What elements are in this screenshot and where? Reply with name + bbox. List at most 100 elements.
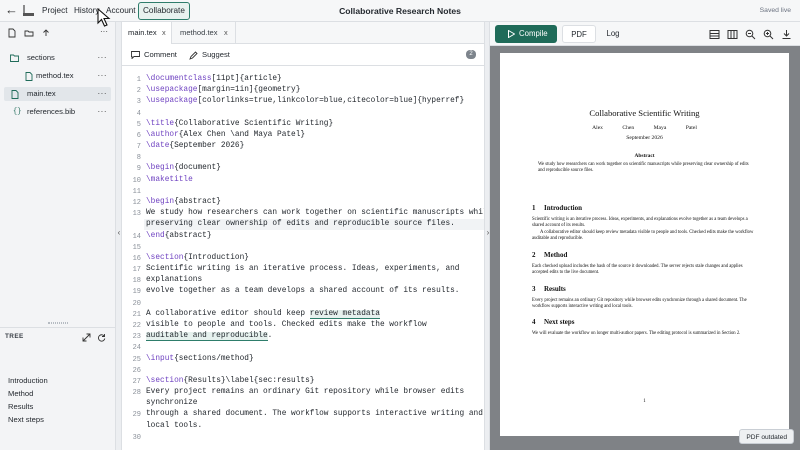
code-line[interactable]: \documentclass[11pt]{article} xyxy=(146,75,282,83)
line-number: 15 xyxy=(132,243,141,252)
line-number: 16 xyxy=(132,254,141,263)
pdf-status-badge[interactable]: PDF outdated xyxy=(739,429,794,444)
tree-file-main[interactable]: main.tex ··· xyxy=(4,87,111,101)
code-line[interactable]: \begin{document} xyxy=(146,164,221,172)
line-number: 25 xyxy=(132,355,141,364)
pdf-section-heading: 4 Next steps xyxy=(532,318,575,326)
code-line[interactable]: We study how researchers can work togeth… xyxy=(146,209,484,217)
outline-item[interactable]: Method xyxy=(8,389,33,398)
upload-icon[interactable] xyxy=(41,28,51,38)
zoom-in-icon[interactable] xyxy=(763,29,774,40)
tab-label: method.tex xyxy=(180,28,218,37)
mouse-pointer-icon xyxy=(97,8,111,27)
code-line[interactable]: visible to people and tools. Checked edi… xyxy=(146,321,427,329)
expand-icon[interactable] xyxy=(82,333,91,342)
pdf-page[interactable]: Collaborative Scientific Writing Alex Ch… xyxy=(500,53,789,436)
code-line[interactable]: \section{Introduction} xyxy=(146,254,249,262)
code-line[interactable]: A collaborative editor should keep revie… xyxy=(146,309,380,319)
compile-button[interactable]: Compile xyxy=(495,25,557,43)
line-number: 19 xyxy=(132,288,141,297)
code-line[interactable]: \date{September 2026} xyxy=(146,142,244,150)
zoom-out-icon[interactable] xyxy=(745,29,756,40)
line-number: 11 xyxy=(132,187,141,196)
code-line[interactable]: local tools. xyxy=(146,422,202,430)
code-line[interactable]: \input{sections/method} xyxy=(146,355,254,363)
pdf-title: Collaborative Scientific Writing xyxy=(589,108,700,118)
back-arrow-icon[interactable]: ← xyxy=(5,3,18,17)
tab-method-tex[interactable]: method.tex x xyxy=(172,22,236,44)
panel-resize-handle[interactable] xyxy=(48,322,68,324)
tree-file-references[interactable]: {} references.bib ··· xyxy=(4,105,111,119)
code-line[interactable]: preserving clear ownership of edits and … xyxy=(146,220,455,228)
outline-item[interactable]: Results xyxy=(8,402,33,411)
code-line[interactable]: \title{Collaborative Scientific Writing} xyxy=(146,120,333,128)
tree-file-method[interactable]: method.tex ··· xyxy=(4,69,111,83)
code-editor: main.tex x method.tex x Comment Suggest … xyxy=(122,22,484,450)
code-line[interactable]: Scientific writing is an iterative proce… xyxy=(146,265,460,273)
code-line[interactable]: \end{abstract} xyxy=(146,232,212,240)
line-number: 5 xyxy=(136,120,141,129)
download-icon[interactable] xyxy=(781,29,792,40)
tree-item-label: main.tex xyxy=(27,89,56,98)
more-icon[interactable]: ··· xyxy=(100,27,108,36)
outline-item[interactable]: Next steps xyxy=(8,415,44,424)
code-line[interactable]: \section{Results}\label{sec:results} xyxy=(146,377,314,385)
line-number: 24 xyxy=(132,344,141,353)
suggest-icon xyxy=(189,51,198,60)
preview-toolbar: Compile PDF Log xyxy=(490,22,800,46)
line-number: 27 xyxy=(132,377,141,386)
pdf-paragraph: Scientific writing is an iterative proce… xyxy=(532,217,748,229)
folder-icon xyxy=(10,54,19,62)
more-icon[interactable]: ··· xyxy=(98,87,108,101)
menu-project[interactable]: Project xyxy=(42,0,67,22)
pdf-preview: Compile PDF Log Collaborative Scientific… xyxy=(490,22,800,450)
code-line[interactable]: \maketitle xyxy=(146,176,193,184)
tab-main-tex[interactable]: main.tex x xyxy=(122,22,172,44)
line-number: 26 xyxy=(132,366,141,375)
file-icon xyxy=(25,72,33,81)
code-line[interactable]: \usepackage[colorlinks=true,linkcolor=bl… xyxy=(146,97,464,105)
more-icon[interactable]: ··· xyxy=(98,69,108,83)
file-sidebar: ··· sections ··· method.tex ··· main.tex… xyxy=(0,22,116,450)
more-icon[interactable]: ··· xyxy=(98,105,108,119)
code-line[interactable]: \usepackage[margin=1in]{geometry} xyxy=(146,86,300,94)
code-area[interactable]: 1 \documentclass[11pt]{article} 2 \usepacka… xyxy=(122,66,484,450)
more-icon[interactable]: ··· xyxy=(98,51,108,65)
line-number: 7 xyxy=(136,143,141,152)
pdf-abstract: We study how researchers can work togeth… xyxy=(538,162,749,174)
line-number: 6 xyxy=(136,131,141,140)
close-icon[interactable]: x xyxy=(162,22,166,44)
tracked-change-highlight[interactable]: auditable and reproducible xyxy=(146,332,268,342)
code-line[interactable]: Every project remains an ordinary Git re… xyxy=(146,388,464,396)
code-line[interactable]: \begin{abstract} xyxy=(146,198,221,206)
compile-label: Compile xyxy=(519,29,548,38)
code-line[interactable]: through a shared document. The workflow … xyxy=(146,410,483,418)
new-file-icon[interactable] xyxy=(7,28,17,38)
menu-collaborate[interactable]: Collaborate xyxy=(138,2,190,20)
split-view-icon[interactable] xyxy=(727,29,738,40)
menu-history[interactable]: History xyxy=(74,0,99,22)
tab-log[interactable]: Log xyxy=(596,25,630,43)
tab-pdf[interactable]: PDF xyxy=(562,25,596,43)
outline-header: TREE xyxy=(5,333,24,340)
tracked-change-highlight[interactable]: review metadata xyxy=(309,309,380,319)
sync-icon[interactable] xyxy=(97,333,106,342)
code-line[interactable]: explanations xyxy=(146,276,202,284)
pdf-paragraph: We will evaluate the workflow on longer … xyxy=(532,331,741,336)
line-number: 13 xyxy=(132,210,141,219)
line-number: 28 xyxy=(132,389,141,398)
project-logo-icon[interactable] xyxy=(22,4,35,17)
pdf-page-number: 1 xyxy=(643,399,646,404)
layout-icon[interactable] xyxy=(709,29,720,40)
tree-folder-sections[interactable]: sections ··· xyxy=(4,51,111,65)
code-line[interactable]: synchronize xyxy=(146,399,197,407)
code-line[interactable]: evolve together as a team develops a sha… xyxy=(146,287,460,295)
review-count-badge: 2 xyxy=(466,50,476,59)
outline-item[interactable]: Introduction xyxy=(8,376,48,385)
close-icon[interactable]: x xyxy=(224,22,228,44)
code-line[interactable]: \author{Alex Chen \and Maya Patel} xyxy=(146,131,305,139)
line-number: 4 xyxy=(136,109,141,118)
new-folder-icon[interactable] xyxy=(24,28,34,38)
review-toolbar: Comment Suggest 2 xyxy=(122,44,484,66)
code-line[interactable]: auditable and reproducible. xyxy=(146,332,272,342)
